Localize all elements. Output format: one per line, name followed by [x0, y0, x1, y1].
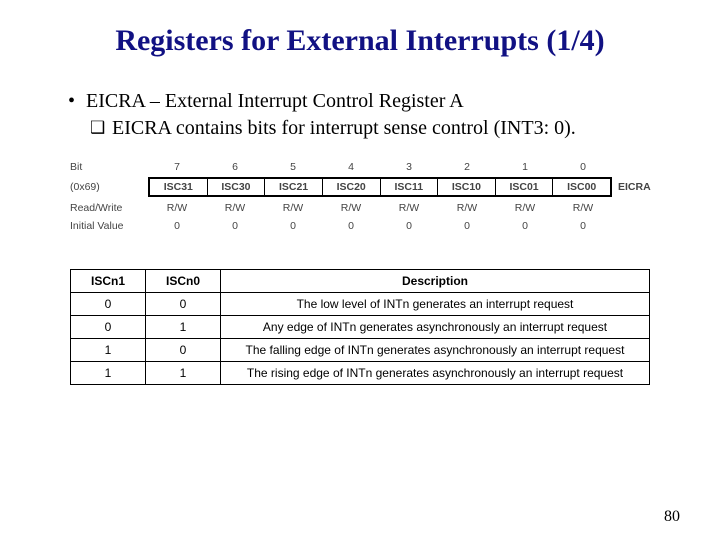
page-number: 80 [664, 508, 680, 526]
cell-description: The rising edge of INTn generates asynch… [221, 362, 650, 385]
register-bit-names: ISC31 ISC30 ISC21 ISC20 ISC11 ISC10 ISC0… [148, 177, 612, 197]
rw-cell: R/W [206, 202, 264, 214]
bullet-sub-text: EICRA contains bits for interrupt sense … [112, 117, 576, 140]
bit-num: 1 [496, 161, 554, 173]
cell-iscn1: 1 [71, 339, 146, 362]
bit-num: 2 [438, 161, 496, 173]
register-rw-label: Read/Write [70, 202, 148, 214]
iv-cell: 0 [554, 220, 612, 232]
bit-name: ISC10 [438, 179, 496, 195]
bit-name: ISC00 [553, 179, 610, 195]
description-table-wrap: ISCn1 ISCn0 Description 0 0 The low leve… [70, 269, 650, 385]
cell-iscn0: 0 [146, 293, 221, 316]
cell-iscn0: 0 [146, 339, 221, 362]
bit-num: 6 [206, 161, 264, 173]
cell-description: The falling edge of INTn generates async… [221, 339, 650, 362]
register-row-rw: Read/Write R/W R/W R/W R/W R/W R/W R/W R… [70, 199, 680, 217]
col-header-description: Description [221, 270, 650, 293]
bit-num: 7 [148, 161, 206, 173]
iv-cell: 0 [322, 220, 380, 232]
slide-title: Registers for External Interrupts (1/4) [40, 24, 680, 58]
rw-cell: R/W [554, 202, 612, 214]
bit-name: ISC20 [323, 179, 381, 195]
cell-iscn1: 0 [71, 293, 146, 316]
iv-cell: 0 [380, 220, 438, 232]
bullet-square-icon: ❑ [90, 117, 112, 139]
iv-cell: 0 [148, 220, 206, 232]
register-bit-numbers: 7 6 5 4 3 2 1 0 [148, 161, 612, 173]
table-row: 0 0 The low level of INTn generates an i… [71, 293, 650, 316]
cell-description: The low level of INTn generates an inter… [221, 293, 650, 316]
bit-name: ISC21 [265, 179, 323, 195]
cell-description: Any edge of INTn generates asynchronousl… [221, 316, 650, 339]
iv-cell: 0 [206, 220, 264, 232]
bit-name: ISC30 [208, 179, 266, 195]
bullet-level-1: • EICRA – External Interrupt Control Reg… [68, 90, 680, 113]
col-header-iscn0: ISCn0 [146, 270, 221, 293]
table-row: 1 1 The rising edge of INTn generates as… [71, 362, 650, 385]
bit-name: ISC01 [496, 179, 554, 195]
rw-cell: R/W [496, 202, 554, 214]
bit-num: 3 [380, 161, 438, 173]
iv-cell: 0 [496, 220, 554, 232]
cell-iscn0: 1 [146, 362, 221, 385]
rw-cell: R/W [438, 202, 496, 214]
register-row-names: (0x69) ISC31 ISC30 ISC21 ISC20 ISC11 ISC… [70, 177, 680, 197]
register-iv-label: Initial Value [70, 220, 148, 232]
register-bit-label: Bit [70, 161, 148, 173]
rw-cell: R/W [148, 202, 206, 214]
register-diagram: Bit 7 6 5 4 3 2 1 0 (0x69) ISC31 ISC30 I… [70, 158, 680, 235]
table-header-row: ISCn1 ISCn0 Description [71, 270, 650, 293]
bit-num: 4 [322, 161, 380, 173]
iv-cell: 0 [438, 220, 496, 232]
slide: Registers for External Interrupts (1/4) … [0, 0, 720, 540]
col-header-iscn1: ISCn1 [71, 270, 146, 293]
bullet-list: • EICRA – External Interrupt Control Reg… [68, 90, 680, 140]
table-row: 0 1 Any edge of INTn generates asynchron… [71, 316, 650, 339]
register-rw-values: R/W R/W R/W R/W R/W R/W R/W R/W [148, 202, 612, 214]
cell-iscn0: 1 [146, 316, 221, 339]
register-row-bits: Bit 7 6 5 4 3 2 1 0 [70, 158, 680, 176]
register-iv-values: 0 0 0 0 0 0 0 0 [148, 220, 612, 232]
bullet-dot-icon: • [68, 90, 86, 113]
iv-cell: 0 [264, 220, 322, 232]
bullet-main-text: EICRA – External Interrupt Control Regis… [86, 90, 464, 113]
rw-cell: R/W [322, 202, 380, 214]
bit-num: 5 [264, 161, 322, 173]
rw-cell: R/W [264, 202, 322, 214]
bit-num: 0 [554, 161, 612, 173]
table-row: 1 0 The falling edge of INTn generates a… [71, 339, 650, 362]
cell-iscn1: 0 [71, 316, 146, 339]
description-table: ISCn1 ISCn0 Description 0 0 The low leve… [70, 269, 650, 385]
cell-iscn1: 1 [71, 362, 146, 385]
register-address: (0x69) [70, 181, 148, 193]
register-name: EICRA [612, 181, 668, 193]
register-row-initial: Initial Value 0 0 0 0 0 0 0 0 [70, 217, 680, 235]
bit-name: ISC31 [150, 179, 208, 195]
rw-cell: R/W [380, 202, 438, 214]
bit-name: ISC11 [381, 179, 439, 195]
bullet-level-2: ❑ EICRA contains bits for interrupt sens… [90, 117, 680, 140]
